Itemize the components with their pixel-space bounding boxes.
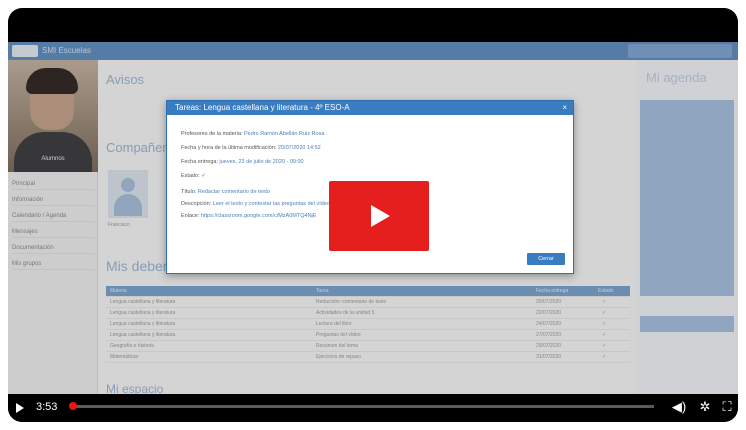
gear-icon[interactable]: ✲ xyxy=(696,398,714,416)
volume-icon[interactable]: ◀) xyxy=(670,398,688,416)
video-frame[interactable]: SMI Escuelas Alumnos Principal Informaci… xyxy=(8,42,738,394)
modal-field: Título: Redactar comentario de texto xyxy=(181,189,270,195)
modal-field: Fecha y hora de la última modificación: … xyxy=(181,145,321,151)
video-player[interactable]: SMI Escuelas Alumnos Principal Informaci… xyxy=(8,8,738,422)
play-icon[interactable] xyxy=(14,400,28,416)
modal-field: Fecha entrega: jueves, 23 de julio de 20… xyxy=(181,159,304,165)
youtube-play-icon[interactable] xyxy=(329,181,429,251)
modal-field: Profesores de la materia: Pedro Ramón Ab… xyxy=(181,131,325,137)
progress-bar[interactable] xyxy=(72,405,654,408)
fullscreen-icon[interactable]: ⛶ xyxy=(718,398,736,416)
close-icon: × xyxy=(562,103,567,112)
modal-title: Tareas: Lengua castellana y literatura -… xyxy=(175,103,350,112)
play-triangle-icon xyxy=(371,205,390,227)
modal-field: Estado: ✓ xyxy=(181,173,206,179)
modal-field: Enlace: https://classroom.google.com/c/M… xyxy=(181,213,317,219)
modal-field: Descripción: Leer el texto y contestar l… xyxy=(181,201,330,207)
modal-header: Tareas: Lengua castellana y literatura -… xyxy=(167,101,573,115)
current-time: 3:53 xyxy=(36,401,58,413)
close-button: Cerrar xyxy=(527,253,565,265)
player-controls: 3:53 ◀) ✲ ⛶ xyxy=(8,394,738,422)
scrubber-handle[interactable] xyxy=(69,402,77,410)
